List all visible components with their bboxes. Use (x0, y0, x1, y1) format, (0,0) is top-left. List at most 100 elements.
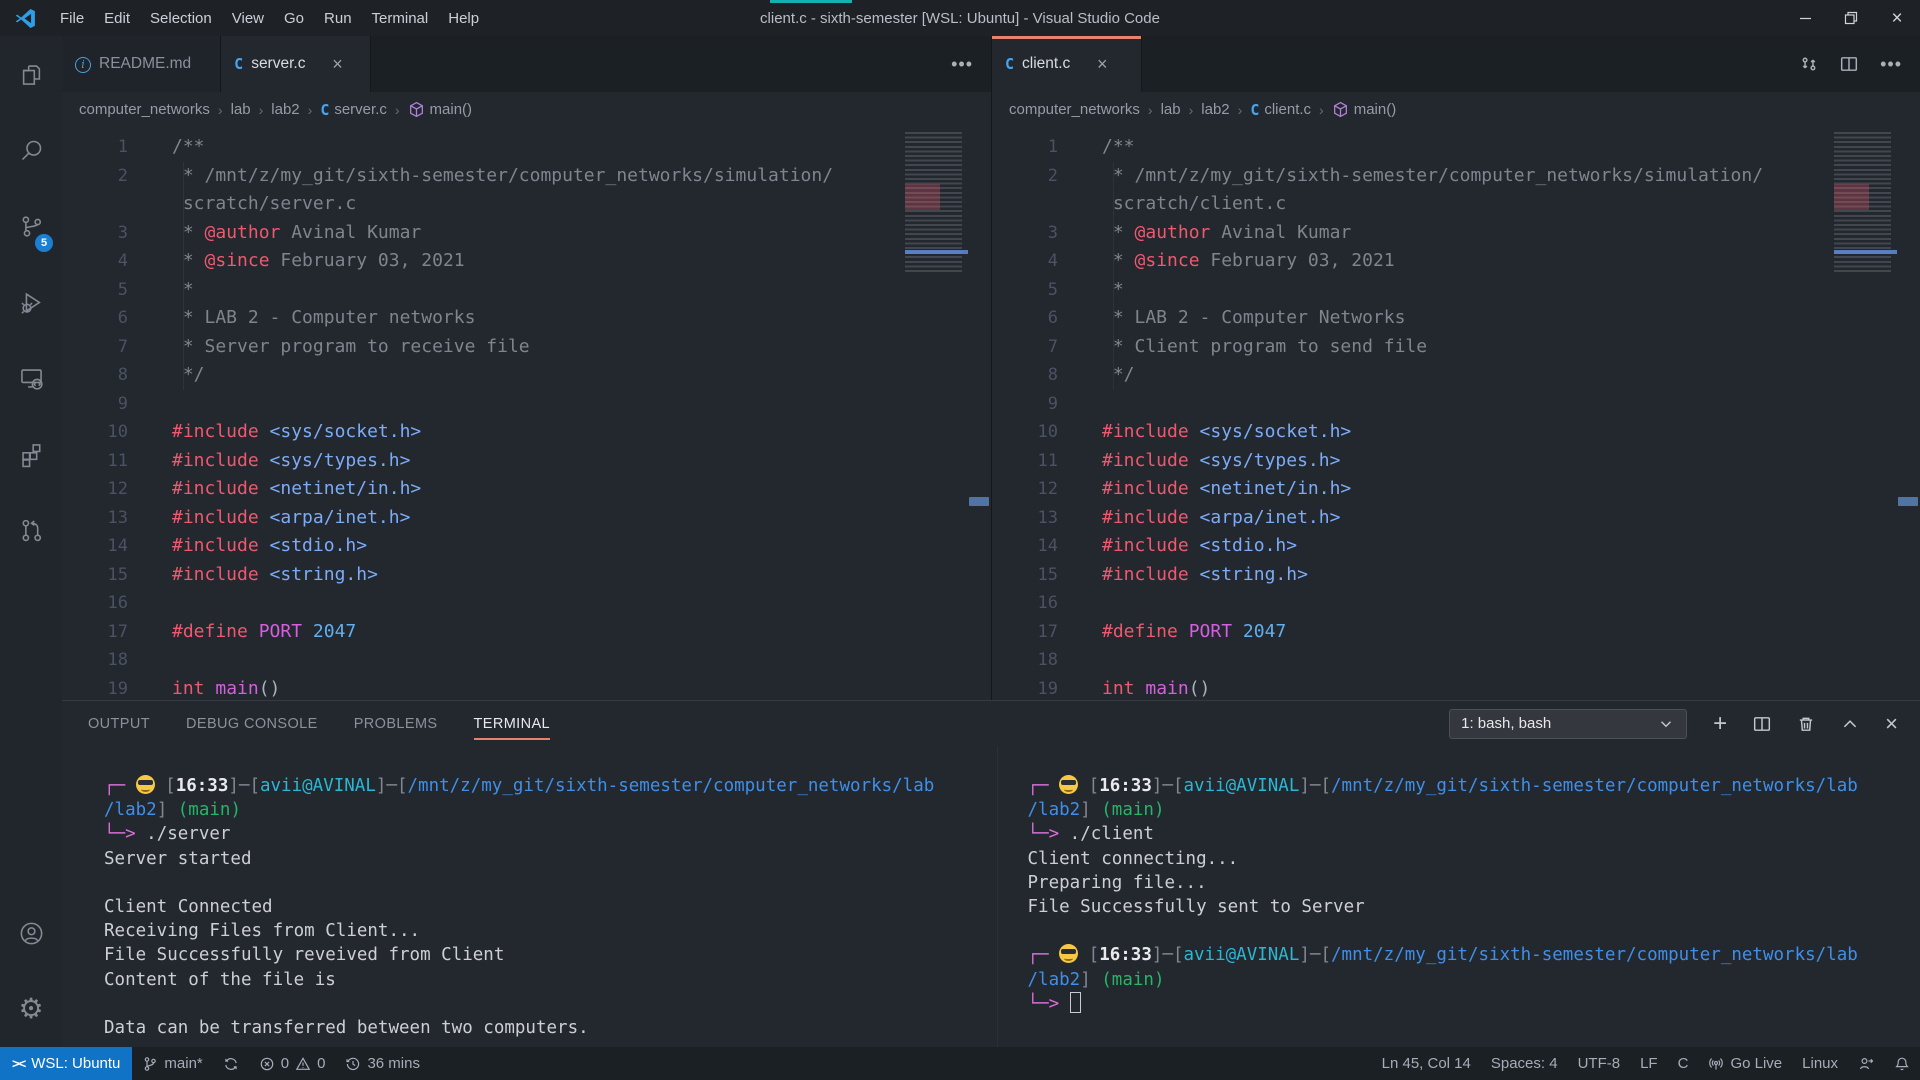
close-tab-icon[interactable]: × (1092, 54, 1112, 75)
more-actions-button[interactable]: ••• (951, 54, 973, 75)
menu-view[interactable]: View (222, 0, 274, 36)
breadcrumb-item[interactable]: Cserver.c (320, 101, 387, 119)
status-label: WSL: Ubuntu (31, 1055, 120, 1072)
split-editor-icon[interactable] (1840, 55, 1858, 73)
tab-label: README.md (99, 55, 191, 73)
activity-account[interactable] (0, 895, 62, 971)
panel-tab-problems[interactable]: PROBLEMS (354, 708, 438, 740)
cool-emoji-icon (1059, 944, 1078, 963)
line-number: 16 (62, 589, 172, 618)
breadcrumb-item[interactable]: lab2 (271, 101, 299, 118)
status-time-tracker[interactable]: 36 mins (335, 1047, 430, 1080)
more-actions-button[interactable]: ••• (1880, 54, 1902, 75)
activity-github-pr[interactable] (0, 492, 62, 568)
tab-bar: Cclient.c× ••• (992, 36, 1920, 92)
status-label: Linux (1802, 1055, 1838, 1072)
panel-tab-output[interactable]: OUTPUT (88, 708, 150, 740)
breadcrumb-label: lab2 (271, 101, 299, 118)
line-number: 5 (62, 276, 172, 305)
menu-file[interactable]: File (50, 0, 94, 36)
new-terminal-button[interactable]: + (1713, 712, 1727, 736)
line-number: 5 (992, 276, 1102, 305)
line-number (62, 190, 172, 219)
breadcrumb-item[interactable]: lab2 (1201, 101, 1229, 118)
minimap[interactable] (1834, 132, 1897, 282)
code-line: 12#include <netinet/in.h> (992, 475, 1920, 504)
chevron-right-icon: › (259, 102, 264, 118)
activity-files[interactable] (0, 36, 62, 112)
close-window-button[interactable]: × (1874, 0, 1920, 36)
tab-client-c[interactable]: Cclient.c× (992, 36, 1142, 92)
code-editor[interactable]: 1/**2 * /mnt/z/my_git/sixth-semester/com… (62, 127, 991, 700)
menu-run[interactable]: Run (314, 0, 362, 36)
terminal-server[interactable]: ┌─ [16:33]─[avii@AVINAL]─[/mnt/z/my_git/… (62, 746, 997, 1047)
terminal-shell-select[interactable]: 1: bash, bash (1449, 709, 1687, 739)
maximize-panel-button[interactable] (1841, 715, 1859, 733)
breadcrumb-item[interactable]: computer_networks (79, 101, 210, 118)
code-line: 7 * Client program to send file (992, 333, 1920, 362)
terminal-client[interactable]: ┌─ [16:33]─[avii@AVINAL]─[/mnt/z/my_git/… (997, 746, 1920, 1047)
menu-edit[interactable]: Edit (94, 0, 140, 36)
minimap[interactable] (905, 132, 968, 282)
status-label: C (1678, 1055, 1689, 1072)
code-line: 1/** (992, 133, 1920, 162)
close-panel-button[interactable]: × (1885, 713, 1898, 735)
code-line: 2 * /mnt/z/my_git/sixth-semester/compute… (992, 162, 1920, 191)
split-terminal-button[interactable] (1753, 715, 1771, 733)
code-editor[interactable]: 1/**2 * /mnt/z/my_git/sixth-semester/com… (992, 127, 1920, 700)
minimap-cursor-line (905, 250, 968, 254)
activity-settings-gear[interactable]: ⚙ (0, 971, 62, 1047)
status-language-mode[interactable]: C (1668, 1047, 1699, 1080)
breadcrumb-item[interactable]: main() (408, 101, 473, 118)
line-number: 7 (992, 333, 1102, 362)
activity-run-debug[interactable] (0, 264, 62, 340)
activity-source-control[interactable]: 5 (0, 188, 62, 264)
menu-go[interactable]: Go (274, 0, 314, 36)
status-cursor-position[interactable]: Ln 45, Col 14 (1372, 1047, 1481, 1080)
status-indentation[interactable]: Spaces: 4 (1481, 1047, 1568, 1080)
kill-terminal-button[interactable] (1797, 715, 1815, 733)
status-git-branch[interactable]: main* (132, 1047, 212, 1080)
title-bar: FileEditSelectionViewGoRunTerminalHelp c… (0, 0, 1920, 36)
restore-button[interactable] (1828, 0, 1874, 36)
open-changes-icon[interactable] (1800, 55, 1818, 73)
activity-search[interactable] (0, 112, 62, 188)
status-sync-status[interactable] (213, 1047, 249, 1080)
status-encoding[interactable]: UTF-8 (1568, 1047, 1631, 1080)
code-line: 2 * /mnt/z/my_git/sixth-semester/compute… (62, 162, 991, 191)
menu-terminal[interactable]: Terminal (362, 0, 439, 36)
tab-readme-md[interactable]: iREADME.md (62, 36, 221, 92)
line-number: 14 (62, 532, 172, 561)
activity-remote-explorer[interactable] (0, 340, 62, 416)
breadcrumb-item[interactable]: lab (1161, 101, 1181, 118)
breadcrumb-item[interactable]: Cclient.c (1250, 101, 1311, 119)
breadcrumb-label: server.c (334, 101, 387, 118)
terminal-line: Client Connected (104, 895, 987, 919)
activity-extensions[interactable] (0, 416, 62, 492)
source-control-badge: 5 (35, 234, 53, 252)
status-notifications[interactable] (1884, 1047, 1920, 1080)
breadcrumb-item[interactable]: main() (1332, 101, 1397, 118)
status-go-live[interactable]: Go Live (1698, 1047, 1792, 1080)
status-remote-os[interactable]: Linux (1792, 1047, 1848, 1080)
code-line: 8 */ (62, 361, 991, 390)
panel-tab-terminal[interactable]: TERMINAL (474, 708, 551, 740)
close-tab-icon[interactable]: × (327, 54, 347, 75)
breadcrumb-item[interactable]: lab (231, 101, 251, 118)
status-problems-count: 0 (317, 1055, 325, 1072)
minimize-button[interactable] (1782, 0, 1828, 36)
code-line: 14#include <stdio.h> (992, 532, 1920, 561)
menu-bar: FileEditSelectionViewGoRunTerminalHelp (50, 0, 489, 36)
tab-server-c[interactable]: Cserver.c× (221, 36, 371, 92)
status-feedback[interactable] (1848, 1047, 1884, 1080)
panel-tab-debug-console[interactable]: DEBUG CONSOLE (186, 708, 318, 740)
status-eol-sequence[interactable]: LF (1630, 1047, 1668, 1080)
status-problems[interactable]: 00 (249, 1047, 336, 1080)
status-remote-indicator[interactable]: >< WSL: Ubuntu (0, 1047, 132, 1080)
menu-selection[interactable]: Selection (140, 0, 222, 36)
remote-icon: >< (12, 1055, 25, 1072)
account-icon (18, 920, 45, 947)
breadcrumb-item[interactable]: computer_networks (1009, 101, 1140, 118)
menu-help[interactable]: Help (438, 0, 489, 36)
code-line: 7 * Server program to receive file (62, 333, 991, 362)
